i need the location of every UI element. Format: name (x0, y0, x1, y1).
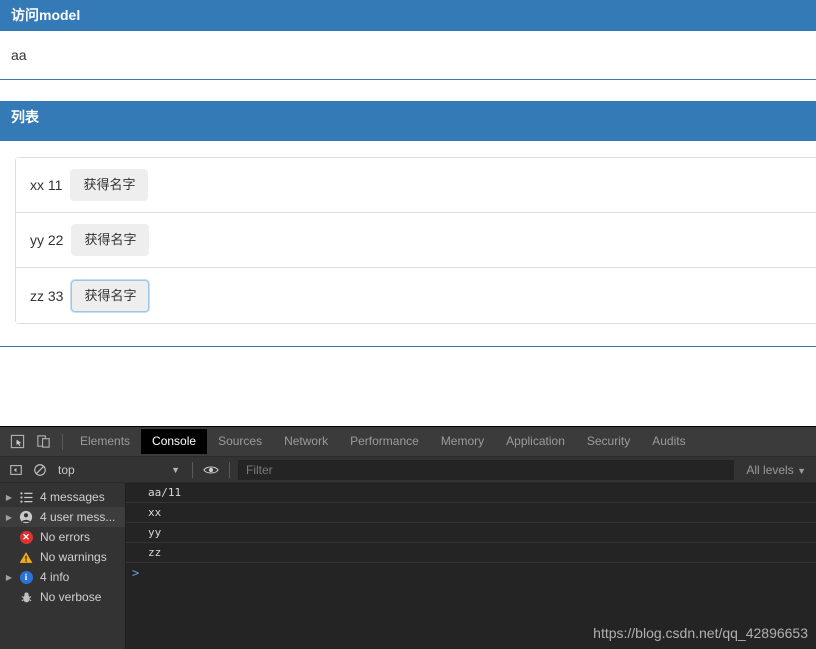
tab-elements[interactable]: Elements (69, 429, 141, 454)
console-main: ▶ 4 messages ▶ 4 user mess... ✕ No errors No w… (0, 483, 816, 649)
tab-performance[interactable]: Performance (339, 429, 430, 454)
toolbar-divider (62, 433, 63, 450)
devtools-panel: Elements Console Sources Network Performance… (0, 426, 816, 649)
filterbar-divider (192, 461, 193, 478)
model-panel-title: 访问model (0, 0, 816, 31)
tab-security[interactable]: Security (576, 429, 641, 454)
disclosure-triangle-icon[interactable]: ▶ (2, 513, 16, 522)
disclosure-triangle-icon[interactable]: ▶ (2, 573, 16, 582)
filterbar-divider-2 (229, 461, 230, 478)
console-filter-bar: top ▼ All levels ▼ (0, 457, 816, 483)
chevron-down-icon-levels: ▼ (797, 465, 806, 476)
tab-network[interactable]: Network (273, 429, 339, 454)
browser-page-region: 访问model aa 列表 xx 11 获得名字 yy 22 获得名字 zz 33 获得名… (0, 0, 816, 426)
list-item: xx 11 获得名字 (16, 158, 816, 213)
list-item-label: yy 22 (30, 232, 64, 248)
console-sidebar-item[interactable]: ✕ No errors (0, 527, 125, 547)
model-panel-body: aa (11, 47, 27, 63)
console-output[interactable]: aa/11 xx yy zz > https://blog.csdn.net/qq_4… (126, 483, 816, 649)
console-log-row: yy (126, 523, 816, 543)
tab-audits[interactable]: Audits (641, 429, 696, 454)
live-expression-eye-icon[interactable] (199, 459, 223, 481)
console-sidebar-item-label: 4 user mess... (40, 510, 116, 524)
console-sidebar-item[interactable]: ▶ i 4 info (0, 567, 125, 587)
chevron-down-icon: ▼ (171, 464, 180, 475)
list-icon (16, 489, 36, 505)
execution-context-select[interactable]: top ▼ (52, 460, 186, 480)
console-filter-input[interactable] (238, 459, 735, 480)
console-sidebar-item-label: No verbose (40, 590, 102, 604)
list-item-label: xx 11 (30, 177, 63, 193)
inspect-element-icon[interactable] (4, 430, 30, 454)
user-icon (16, 509, 36, 525)
list-group: xx 11 获得名字 yy 22 获得名字 zz 33 获得名字 (15, 157, 816, 324)
tab-sources[interactable]: Sources (207, 429, 273, 454)
list-panel-title: 列表 (0, 101, 816, 141)
devtools-tabbar: Elements Console Sources Network Performance… (0, 427, 816, 457)
get-name-button[interactable]: 获得名字 (71, 224, 150, 256)
list-item: zz 33 获得名字 (16, 268, 816, 323)
console-sidebar-item[interactable]: No verbose (0, 587, 125, 607)
clear-console-icon[interactable] (28, 459, 52, 481)
list-panel: 列表 xx 11 获得名字 yy 22 获得名字 zz 33 获得名字 (0, 101, 816, 347)
console-sidebar-item[interactable]: No warnings (0, 547, 125, 567)
tab-application[interactable]: Application (495, 429, 576, 454)
tab-console[interactable]: Console (141, 429, 208, 454)
get-name-button[interactable]: 获得名字 (70, 169, 149, 201)
console-sidebar-item[interactable]: ▶ 4 user mess... (0, 507, 125, 527)
verbose-bug-icon (16, 589, 36, 605)
devtools-tab-list: Elements Console Sources Network Performance… (69, 429, 697, 454)
watermark-url: https://blog.csdn.net/qq_42896653 (593, 625, 808, 641)
error-icon: ✕ (16, 529, 36, 545)
tab-memory[interactable]: Memory (430, 429, 495, 454)
console-log-row: zz (126, 543, 816, 563)
console-log-row: aa/11 (126, 483, 816, 503)
info-icon: i (16, 569, 36, 585)
console-sidebar-item-label: 4 messages (40, 490, 105, 504)
warning-icon (16, 549, 36, 565)
log-levels-select[interactable]: All levels ▼ (736, 463, 816, 477)
model-panel: 访问model aa (0, 0, 816, 80)
list-item: yy 22 获得名字 (16, 213, 816, 268)
log-levels-value: All levels (746, 462, 794, 477)
console-sidebar-item-label: 4 info (40, 570, 70, 584)
console-sidebar: ▶ 4 messages ▶ 4 user mess... ✕ No errors No w… (0, 483, 126, 649)
list-panel-body: xx 11 获得名字 yy 22 获得名字 zz 33 获得名字 (0, 141, 816, 346)
disclosure-triangle-icon[interactable]: ▶ (2, 493, 16, 502)
device-toolbar-icon[interactable] (30, 430, 56, 454)
console-log-list: aa/11 xx yy zz (126, 483, 816, 563)
console-sidebar-item-label: No warnings (40, 550, 107, 564)
console-sidebar-icon[interactable] (4, 459, 28, 481)
console-sidebar-item[interactable]: ▶ 4 messages (0, 487, 125, 507)
console-prompt[interactable]: > (126, 563, 816, 583)
execution-context-value: top (58, 462, 75, 477)
console-sidebar-item-label: No errors (40, 530, 91, 544)
list-item-label: zz 33 (30, 287, 64, 304)
prompt-chevron-icon: > (132, 566, 140, 580)
get-name-button[interactable]: 获得名字 (71, 279, 150, 312)
console-log-row: xx (126, 503, 816, 523)
